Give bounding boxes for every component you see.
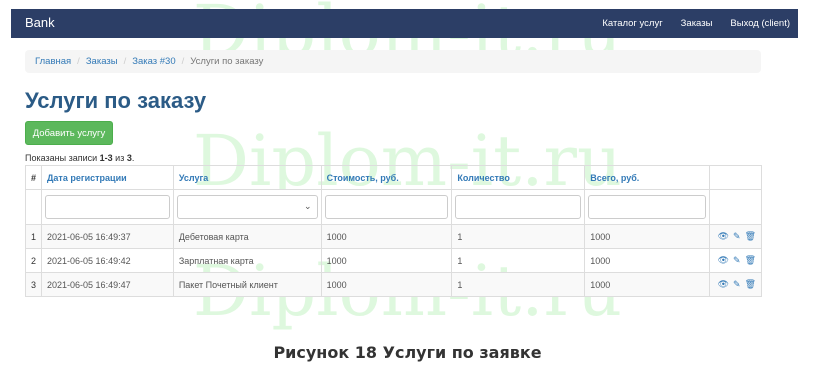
table-row: 1 2021-06-05 16:49:37 Дебетовая карта 10…: [24, 224, 763, 249]
cell-cost: 1000: [320, 224, 453, 249]
filter-row: ⌄: [24, 189, 763, 225]
trash-icon[interactable]: 🗑: [745, 279, 756, 290]
column-header-quantity[interactable]: Количество: [451, 165, 586, 190]
column-header-total[interactable]: Всего, руб.: [584, 165, 710, 190]
breadcrumb-orders[interactable]: Заказы: [86, 56, 118, 67]
breadcrumb-current: Услуги по заказу: [190, 56, 264, 67]
cell-date: 2021-06-05 16:49:37: [41, 224, 174, 249]
cell-total: 1000: [584, 272, 710, 297]
cell-service: Зарплатная карта: [172, 248, 322, 273]
cell-quantity: 1: [451, 224, 586, 249]
top-navbar: Bank Каталог услуг Заказы Выход (client): [11, 9, 798, 38]
figure-caption: Рисунок 18 Услуги по заявке: [273, 343, 542, 362]
column-header-service[interactable]: Услуга: [172, 165, 322, 190]
filter-cell-empty: [708, 189, 763, 225]
cell-date: 2021-06-05 16:49:47: [41, 272, 174, 297]
row-actions: 👁 ✎ 🗑: [715, 231, 756, 242]
pencil-icon[interactable]: ✎: [733, 255, 741, 266]
table-header-row: # Дата регистрации Услуга Стоимость, руб…: [24, 165, 763, 190]
cell-number: 3: [24, 272, 43, 297]
eye-icon[interactable]: 👁: [718, 231, 729, 242]
nav-links: Каталог услуг Заказы Выход (client): [584, 9, 790, 38]
filter-cost-input[interactable]: [324, 195, 449, 219]
pencil-icon[interactable]: ✎: [733, 231, 741, 242]
cell-total: 1000: [584, 248, 710, 273]
brand-link[interactable]: Bank: [25, 15, 55, 30]
breadcrumb-separator: /: [181, 56, 185, 67]
cell-cost: 1000: [320, 248, 453, 273]
filter-date-input[interactable]: [45, 195, 170, 219]
cell-service: Дебетовая карта: [172, 224, 322, 249]
nav-link-orders[interactable]: Заказы: [681, 18, 713, 29]
summary-text: Показаны записи 1-3 из 3.: [25, 153, 135, 163]
cell-date: 2021-06-05 16:49:42: [41, 248, 174, 273]
table-row: 2 2021-06-05 16:49:42 Зарплатная карта 1…: [24, 248, 763, 273]
chevron-down-icon: ⌄: [304, 201, 312, 211]
eye-icon[interactable]: 👁: [718, 279, 729, 290]
cell-service: Пакет Почетный клиент: [172, 272, 322, 297]
breadcrumb-separator: /: [77, 56, 80, 67]
filter-cell-empty: [24, 189, 43, 225]
trash-icon[interactable]: 🗑: [745, 231, 756, 242]
breadcrumb: Главная / Заказы / Заказ #30 / Услуги по…: [25, 50, 761, 73]
filter-service-select[interactable]: [176, 195, 318, 219]
add-service-button[interactable]: Добавить услугу: [25, 121, 113, 145]
column-header-actions: [708, 165, 763, 190]
nav-link-catalog[interactable]: Каталог услуг: [602, 18, 662, 29]
breadcrumb-separator: /: [123, 56, 127, 67]
cell-number: 1: [24, 224, 43, 249]
column-header-number: #: [24, 165, 43, 190]
cell-quantity: 1: [451, 272, 586, 297]
filter-total-input[interactable]: [588, 195, 706, 219]
filter-quantity-input[interactable]: [455, 195, 582, 219]
eye-icon[interactable]: 👁: [718, 255, 729, 266]
breadcrumb-home[interactable]: Главная: [35, 56, 71, 67]
cell-quantity: 1: [451, 248, 586, 273]
pencil-icon[interactable]: ✎: [733, 279, 741, 290]
table-row: 3 2021-06-05 16:49:47 Пакет Почетный кли…: [24, 272, 763, 297]
row-actions: 👁 ✎ 🗑: [715, 279, 756, 290]
row-actions: 👁 ✎ 🗑: [715, 255, 756, 266]
trash-icon[interactable]: 🗑: [745, 255, 756, 266]
breadcrumb-order[interactable]: Заказ #30: [132, 56, 175, 67]
column-header-cost[interactable]: Стоимость, руб.: [320, 165, 453, 190]
cell-total: 1000: [584, 224, 710, 249]
nav-link-logout[interactable]: Выход (client): [730, 18, 790, 29]
cell-number: 2: [24, 248, 43, 273]
column-header-date[interactable]: Дата регистрации: [41, 165, 174, 190]
page-title: Услуги по заказу: [25, 88, 207, 113]
cell-cost: 1000: [320, 272, 453, 297]
services-table: # Дата регистрации Услуга Стоимость, руб…: [24, 165, 763, 297]
